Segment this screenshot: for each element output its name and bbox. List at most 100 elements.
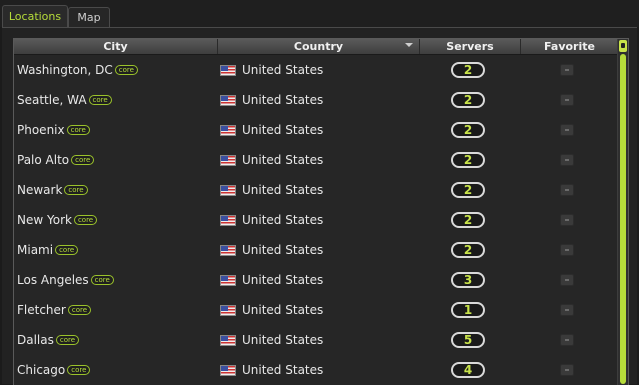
- city-name: Fletcher: [17, 303, 66, 317]
- tab-locations[interactable]: Locations: [2, 5, 68, 28]
- favorite-checkbox[interactable]: [560, 154, 574, 166]
- country-cell: United States: [242, 363, 324, 377]
- favorite-checkbox[interactable]: [560, 304, 574, 316]
- table-row[interactable]: New York core United States 2: [14, 205, 618, 235]
- city-cell: Chicago core: [17, 355, 91, 385]
- city-cell: Los Angeles core: [17, 265, 114, 295]
- server-count-badge: 2: [451, 92, 485, 108]
- city-name: Seattle, WA: [17, 93, 87, 107]
- city-name: Washington, DC: [17, 63, 113, 77]
- city-name: Chicago: [17, 363, 66, 377]
- us-flag-icon: [220, 125, 236, 136]
- core-badge: core: [73, 214, 98, 225]
- city-cell: Phoenix core: [17, 115, 90, 145]
- city-cell: New York core: [17, 205, 98, 235]
- city-name: Dallas: [17, 333, 54, 347]
- city-cell: Dallas core: [17, 325, 80, 355]
- server-count-badge: 2: [451, 62, 485, 78]
- table-row[interactable]: Dallas core United States 5: [14, 325, 618, 355]
- favorite-checkbox[interactable]: [560, 334, 574, 346]
- city-cell: Miami core: [17, 235, 79, 265]
- city-name: Los Angeles: [17, 273, 89, 287]
- scrollbar-thumb[interactable]: [620, 54, 626, 384]
- table-row[interactable]: Washington, DC core United States 2: [14, 55, 618, 85]
- city-name: Newark: [17, 183, 63, 197]
- city-cell: Washington, DC core: [17, 55, 138, 85]
- us-flag-icon: [220, 275, 236, 286]
- core-badge: core: [66, 124, 90, 135]
- city-name: Miami: [17, 243, 54, 257]
- city-name: Phoenix: [17, 123, 65, 137]
- country-cell: United States: [242, 243, 324, 257]
- table-row[interactable]: Los Angeles core United States 3: [14, 265, 618, 295]
- scroll-top-button[interactable]: [619, 40, 627, 52]
- table-row[interactable]: Newark core United States 2: [14, 175, 618, 205]
- core-badge: core: [64, 184, 88, 195]
- country-cell: United States: [242, 333, 324, 347]
- table-row[interactable]: Fletcher core United States 1: [14, 295, 618, 325]
- column-header-favorite[interactable]: Favorite: [521, 39, 618, 54]
- table-row[interactable]: Chicago core United States 4: [14, 355, 618, 385]
- server-count-badge: 2: [451, 242, 485, 258]
- country-cell: United States: [242, 123, 324, 137]
- favorite-checkbox[interactable]: [560, 64, 574, 76]
- city-cell: Seattle, WA core: [17, 85, 112, 115]
- favorite-checkbox[interactable]: [560, 124, 574, 136]
- core-badge: core: [55, 244, 79, 255]
- server-count-badge: 2: [451, 182, 485, 198]
- city-cell: Palo Alto core: [17, 145, 95, 175]
- table-row[interactable]: Miami core United States 2: [14, 235, 618, 265]
- core-badge: core: [67, 304, 92, 315]
- table-row[interactable]: Phoenix core United States 2: [14, 115, 618, 145]
- server-count-badge: 3: [451, 272, 485, 288]
- us-flag-icon: [220, 335, 236, 346]
- server-count-badge: 1: [451, 302, 485, 318]
- us-flag-icon: [220, 365, 236, 376]
- tab-map[interactable]: Map: [68, 7, 110, 27]
- vertical-scrollbar[interactable]: [617, 39, 628, 385]
- favorite-checkbox[interactable]: [560, 274, 574, 286]
- us-flag-icon: [220, 305, 236, 316]
- table-row[interactable]: Palo Alto core United States 2: [14, 145, 618, 175]
- core-badge: core: [88, 94, 112, 105]
- country-cell: United States: [242, 153, 324, 167]
- country-cell: United States: [242, 213, 324, 227]
- table-row[interactable]: Seattle, WA core United States 2: [14, 85, 618, 115]
- column-header-servers[interactable]: Servers: [420, 39, 521, 54]
- country-cell: United States: [242, 303, 324, 317]
- favorite-checkbox[interactable]: [560, 244, 574, 256]
- country-cell: United States: [242, 273, 324, 287]
- table-header: City Country Servers Favorite: [14, 39, 618, 55]
- favorite-checkbox[interactable]: [560, 364, 574, 376]
- server-count-badge: 5: [451, 332, 485, 348]
- tab-bar: Locations Map: [0, 0, 639, 28]
- us-flag-icon: [220, 95, 236, 106]
- core-badge: core: [67, 364, 91, 375]
- favorite-checkbox[interactable]: [560, 184, 574, 196]
- locations-panel: City Country Servers Favorite Washington…: [2, 27, 637, 385]
- us-flag-icon: [220, 215, 236, 226]
- city-cell: Fletcher core: [17, 295, 92, 325]
- server-count-badge: 2: [451, 212, 485, 228]
- favorite-checkbox[interactable]: [560, 94, 574, 106]
- core-badge: core: [90, 274, 114, 285]
- column-header-country-label: Country: [293, 40, 344, 53]
- us-flag-icon: [220, 185, 236, 196]
- server-count-badge: 2: [451, 122, 485, 138]
- server-count-badge: 2: [451, 152, 485, 168]
- country-cell: United States: [242, 63, 324, 77]
- country-cell: United States: [242, 93, 324, 107]
- server-count-badge: 4: [451, 362, 485, 378]
- column-header-city[interactable]: City: [14, 39, 218, 54]
- core-badge: core: [114, 64, 138, 75]
- us-flag-icon: [220, 245, 236, 256]
- core-badge: core: [55, 334, 80, 345]
- favorite-checkbox[interactable]: [560, 214, 574, 226]
- sort-descending-icon: [405, 43, 413, 47]
- city-cell: Newark core: [17, 175, 88, 205]
- column-header-country[interactable]: Country: [218, 39, 420, 54]
- city-name: Palo Alto: [17, 153, 70, 167]
- us-flag-icon: [220, 65, 236, 76]
- country-cell: United States: [242, 183, 324, 197]
- locations-table: City Country Servers Favorite Washington…: [13, 38, 629, 385]
